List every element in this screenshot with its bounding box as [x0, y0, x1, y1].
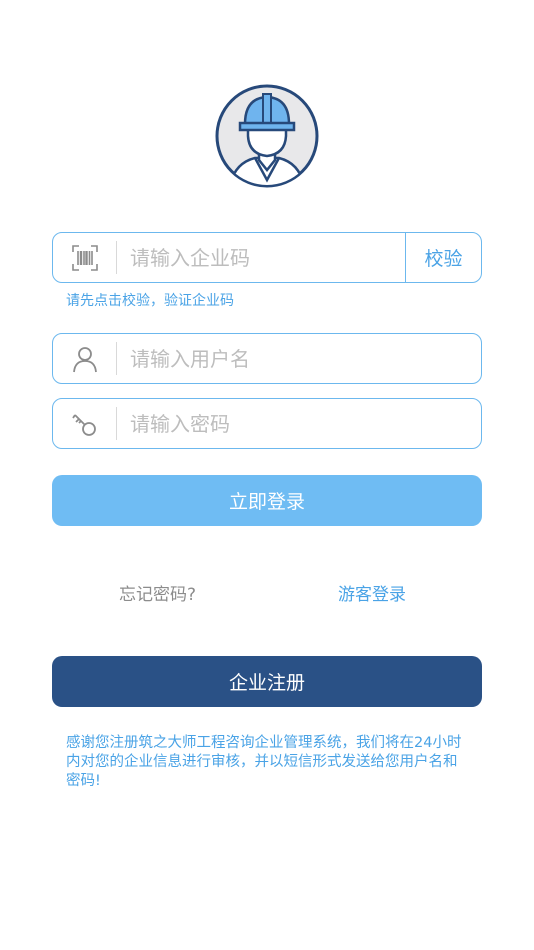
password-field: [52, 398, 482, 449]
field-divider: [116, 407, 117, 440]
field-divider: [116, 241, 117, 274]
login-button[interactable]: 立即登录: [52, 475, 482, 526]
field-divider: [116, 342, 117, 375]
avatar: [215, 84, 319, 188]
company-code-hint: 请先点击校验，验证企业码: [66, 293, 234, 309]
company-code-field: 校验: [52, 232, 482, 283]
registration-notice: 感谢您注册筑之大师工程咨询企业管理系统，我们将在24小时内对您的企业信息进行审核…: [66, 735, 462, 789]
forgot-password-link[interactable]: 忘记密码?: [119, 580, 196, 605]
barcode-icon: [53, 233, 116, 282]
key-icon: [53, 399, 116, 448]
company-code-input[interactable]: [130, 233, 370, 282]
username-field: [52, 333, 482, 384]
password-input[interactable]: [130, 399, 450, 448]
verify-button[interactable]: 校验: [405, 233, 481, 282]
user-icon: [53, 334, 116, 383]
username-input[interactable]: [130, 334, 450, 383]
guest-login-link[interactable]: 游客登录: [338, 580, 406, 605]
construction-worker-icon: [215, 84, 319, 188]
register-button[interactable]: 企业注册: [52, 656, 482, 707]
